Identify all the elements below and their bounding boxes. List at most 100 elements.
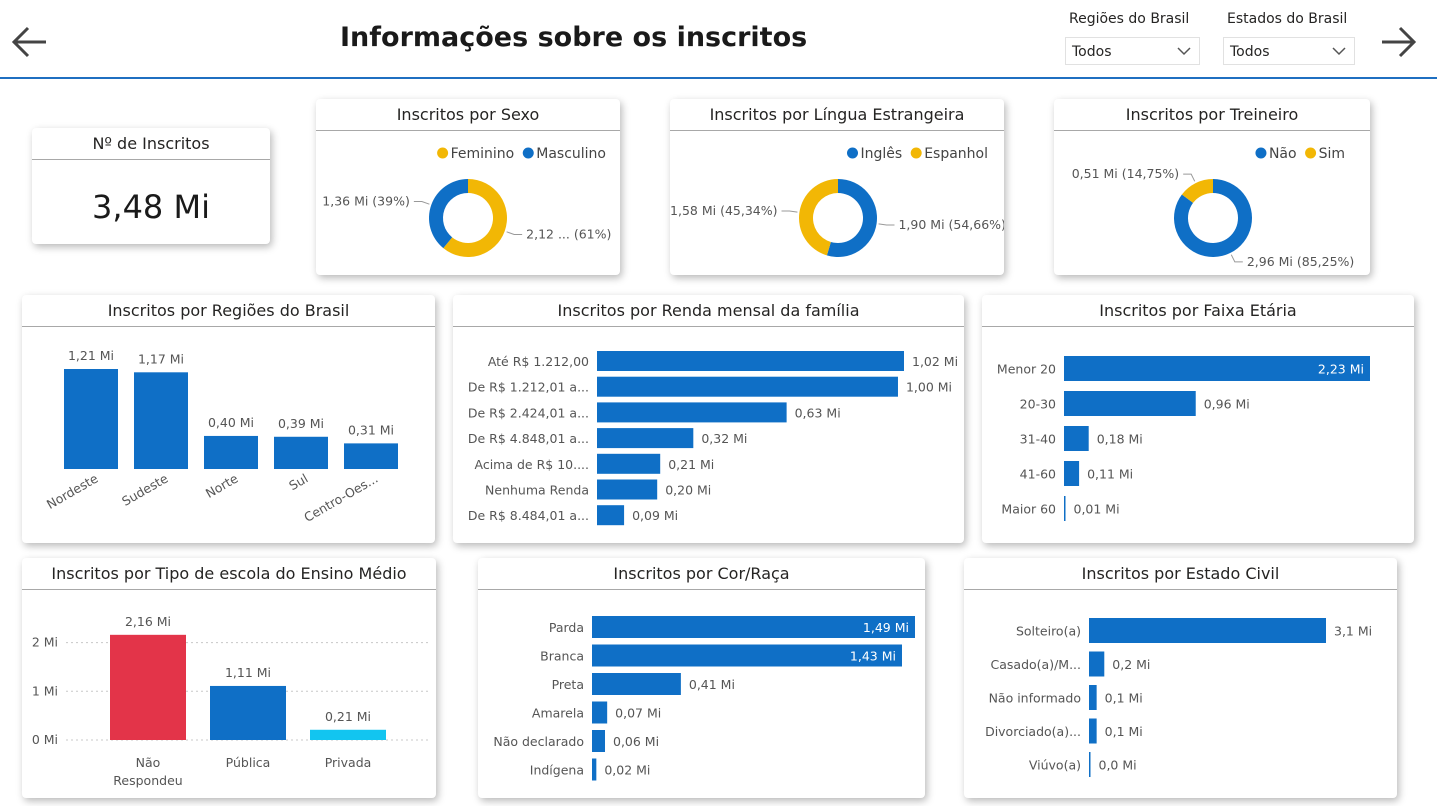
- x-tick-label: Nordeste: [44, 470, 101, 511]
- bar-de-r-1-212-01-a: [597, 376, 898, 397]
- y-tick-label: Indígena: [530, 763, 584, 778]
- chart-cor-plot: Parda 1,49 Mi Branca 1,43 Mi Preta 0,41 Mi Ama…: [493, 616, 915, 781]
- y-tick-label: Menor 20: [997, 362, 1056, 377]
- data-label: 1,17 Mi: [138, 351, 184, 366]
- data-label: 1,21 Mi: [68, 348, 114, 363]
- legend-marker-ingles: [847, 147, 858, 159]
- y-tick-label: Nenhuma Renda: [485, 483, 589, 498]
- data-label: 0,0 Mi: [1099, 758, 1137, 773]
- data-label: 0,51 Mi (14,75%): [1072, 166, 1179, 181]
- chart-faixa-plot: Menor 20 2,23 Mi 20-30 0,96 Mi 31-40 0,18 Mi 4…: [997, 356, 1370, 521]
- chart-treineiro: Inscritos por Treineiro Sim Não 2,96 Mi (8…: [1054, 99, 1370, 275]
- bar-centro-oes: [344, 443, 398, 469]
- bar-solteiro-a: [1089, 618, 1326, 643]
- x-tick-label: Pública: [226, 755, 271, 770]
- bar-ate-r-1-212-00: [597, 351, 904, 371]
- bar-viuvo-a: [1089, 752, 1091, 777]
- bar-nenhuma-renda: [597, 479, 658, 500]
- y-tick-label: 41-60: [1020, 467, 1056, 482]
- chart-renda: Inscritos por Renda mensal da família At…: [453, 295, 964, 543]
- y-tick-label: Maior 60: [1001, 502, 1056, 517]
- forward-arrow-icon[interactable]: [1378, 22, 1418, 62]
- y-tick-label: Não declarado: [493, 734, 584, 749]
- data-label: 0,21 Mi: [668, 457, 714, 472]
- bar-sul: [274, 436, 328, 469]
- data-label: 0,32 Mi: [701, 431, 747, 446]
- data-label: 1,11 Mi: [225, 665, 271, 680]
- data-label: 0,1 Mi: [1105, 724, 1143, 739]
- y-tick-label: Solteiro(a): [1016, 624, 1081, 639]
- bar-amarela: [592, 701, 608, 724]
- bar-maior-60: [1064, 496, 1066, 521]
- page-title: Informações sobre os inscritos: [340, 22, 808, 53]
- data-label: 0,1 Mi: [1105, 691, 1143, 706]
- data-label: 0,41 Mi: [689, 677, 735, 692]
- x-tick-label: Centro-Oes...: [301, 471, 380, 525]
- bar-nordeste: [64, 369, 118, 469]
- slicer-estados-value: Todos: [1230, 44, 1270, 60]
- leader-line: [878, 223, 895, 226]
- legend-label-nao: Não: [1269, 146, 1297, 162]
- chart-sexo: Inscritos por Sexo Masculino Feminino 2,12…: [316, 99, 620, 275]
- chart-regioes: Inscritos por Regiões do Brasil 1,21 Mi N…: [22, 295, 435, 543]
- y-tick-label: De R$ 4.848,01 a...: [468, 431, 589, 446]
- chart-regioes-plot: 1,21 Mi Nordeste 1,17 Mi Sudeste 0,40 Mi Nort…: [44, 348, 398, 525]
- bar-privada: [310, 729, 386, 740]
- leader-line: [781, 210, 798, 213]
- chart-lingua: Inscritos por Língua Estrangeira Espanho…: [670, 99, 1004, 275]
- x-tick-label: Sudeste: [119, 470, 171, 508]
- data-label: 0,31 Mi: [348, 422, 394, 437]
- legend-marker-nao: [1255, 147, 1267, 159]
- legend-label-espanhol: Espanhol: [924, 146, 988, 162]
- y-tick-label: Acima de R$ 10....: [475, 457, 590, 472]
- y-tick-label: Não informado: [989, 691, 1081, 706]
- header-divider: [0, 77, 1437, 79]
- legend-marker-espanhol: [910, 147, 922, 159]
- data-label: 1,36 Mi (39%): [322, 194, 410, 209]
- y-tick-label: 0 Mi: [32, 732, 58, 747]
- back-arrow-icon[interactable]: [10, 22, 50, 62]
- y-tick-label: Amarela: [532, 706, 584, 721]
- data-label: 0,39 Mi: [278, 416, 324, 431]
- legend-label-ingles: Inglês: [861, 146, 903, 162]
- bar-de-r-8-484-01-a: [597, 505, 625, 526]
- data-label: 2,12 ... (61%): [526, 226, 611, 241]
- kpi-title: Nº de Inscritos: [92, 134, 210, 153]
- slicer-estados-dropdown[interactable]: Todos: [1223, 37, 1355, 65]
- data-label: 2,96 Mi (85,25%): [1247, 254, 1354, 269]
- data-label: 0,21 Mi: [325, 709, 371, 724]
- y-tick-label: Até R$ 1.212,00: [488, 354, 589, 369]
- data-label: 2,16 Mi: [125, 614, 171, 629]
- bar-nao-respondeu: [110, 634, 186, 740]
- chart-civil-plot: Solteiro(a) 3,1 Mi Casado(a)/M... 0,2 Mi Não…: [985, 618, 1372, 777]
- chart-lingua-plot: Espanhol Inglês 1,90 Mi (54,66%) 1,58 Mi (4…: [670, 146, 1004, 257]
- slicer-regioes-value: Todos: [1072, 44, 1112, 60]
- data-label: 0,40 Mi: [208, 415, 254, 430]
- bar-acima-de-r-10: [597, 453, 661, 474]
- data-label: 0,09 Mi: [632, 508, 678, 523]
- slicer-regioes-dropdown[interactable]: Todos: [1065, 37, 1200, 65]
- kpi-card: Nº de Inscritos 3,48 Mi: [32, 128, 270, 244]
- bar-41-60: [1064, 461, 1080, 486]
- bar-31-40: [1064, 426, 1089, 451]
- chart-escola-plot: 0 Mi 1 Mi 2 Mi 2,16 Mi Não Respondeu 1,11 Mi Pú…: [32, 614, 430, 788]
- chart-treineiro-plot: Sim Não 2,96 Mi (85,25%) 0,51 Mi (14,75%): [1072, 146, 1355, 269]
- y-tick-label: Preta: [552, 677, 584, 692]
- data-label: 3,1 Mi: [1334, 624, 1372, 639]
- bar-nao-informado: [1089, 685, 1097, 710]
- data-label: 0,63 Mi: [795, 405, 841, 420]
- data-label: 1,49 Mi: [863, 620, 909, 635]
- bar-divorciado-a: [1089, 718, 1097, 744]
- chart-cor: Inscritos por Cor/Raça Parda 1,49 Mi Branc…: [478, 558, 925, 798]
- kpi-value: 3,48 Mi: [92, 188, 210, 226]
- bar-publica: [210, 685, 286, 740]
- slicer-regioes-label: Regiões do Brasil: [1069, 11, 1190, 27]
- x-tick-label: Não Respondeu: [113, 755, 182, 788]
- data-label: 0,11 Mi: [1087, 467, 1133, 482]
- data-label: 1,00 Mi: [906, 380, 952, 395]
- data-label: 0,20 Mi: [665, 483, 711, 498]
- data-label: 1,90 Mi (54,66%): [898, 217, 1004, 232]
- y-tick-label: Divorciado(a)...: [985, 724, 1081, 739]
- kpi-title-rule: [32, 159, 270, 160]
- data-label: 0,06 Mi: [613, 734, 659, 749]
